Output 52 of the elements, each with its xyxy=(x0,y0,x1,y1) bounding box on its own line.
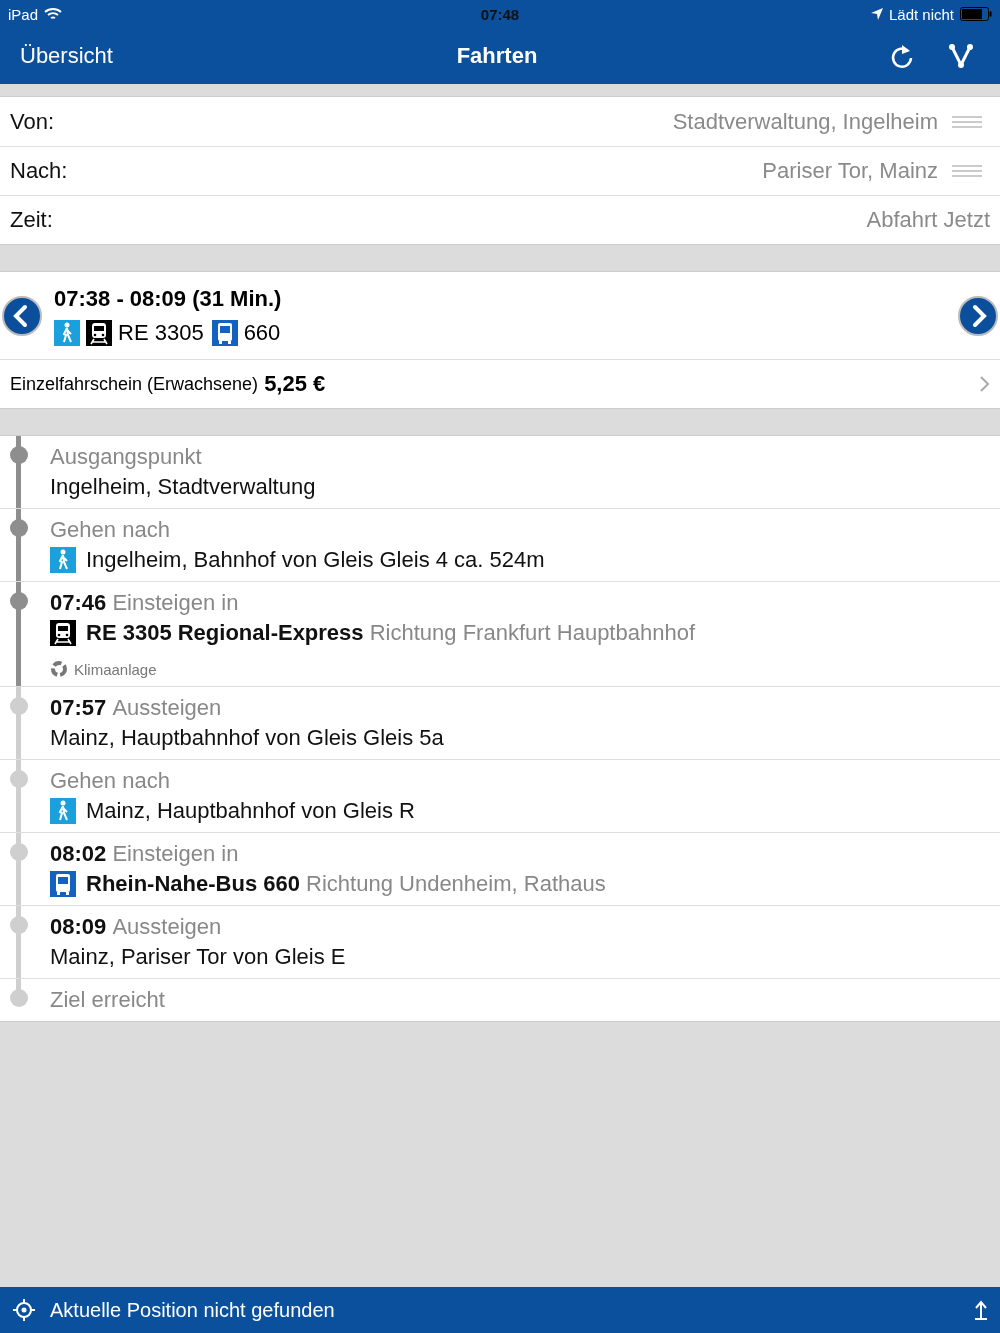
wifi-icon xyxy=(44,7,63,21)
clock: 07:48 xyxy=(480,5,520,23)
train-icon xyxy=(50,620,76,646)
step-detail: Ingelheim, Stadtverwaltung xyxy=(50,474,316,500)
field-label: Nach: xyxy=(10,158,69,184)
field-value[interactable]: Abfahrt Jetzt xyxy=(866,207,990,233)
bus-icon xyxy=(50,871,76,897)
field-label: Von: xyxy=(10,108,56,135)
step-detail: Mainz, Hauptbahnhof von Gleis Gleis 5a xyxy=(50,725,444,751)
fare-price: 5,25 € xyxy=(264,371,327,397)
reorder-handle-icon[interactable] xyxy=(952,165,982,177)
step-heading: Gehen nach xyxy=(50,768,171,794)
feature-label: Klimaanlage xyxy=(74,660,157,678)
step-heading: 08:09 Aussteigen xyxy=(50,914,223,940)
step-detail: RE 3305 Regional-Express Richtung Frankfurt Hauptbahnhof xyxy=(86,620,695,646)
field-label: Zeit: xyxy=(10,207,54,233)
position-status: Aktuelle Position nicht gefunden xyxy=(50,1298,336,1322)
step-detail: Rhein-Nahe-Bus 660 Richtung Undenheim, Rathaus xyxy=(86,871,606,897)
step-heading: 07:57 Aussteigen xyxy=(50,695,223,721)
field-value[interactable]: Stadtverwaltung, Ingelheim xyxy=(672,108,938,135)
upload-arrow-icon[interactable] xyxy=(974,1300,988,1320)
fare-label: Einzelfahrschein (Erwachsene) xyxy=(10,373,259,395)
charging-status: Lädt nicht xyxy=(888,5,954,23)
device-name: iPad xyxy=(8,5,39,23)
reorder-handle-icon[interactable] xyxy=(952,115,982,128)
previous-button[interactable] xyxy=(2,295,42,336)
step-detail: Mainz, Pariser Tor von Gleis E xyxy=(50,944,346,970)
step-detail: Ingelheim, Bahnhof von Gleis Gleis 4 ca. 524m xyxy=(86,547,545,573)
battery-icon xyxy=(960,7,992,21)
train-icon xyxy=(86,319,112,346)
line-number: 660 xyxy=(243,319,281,346)
trip-times: 07:38 - 08:09 (31 Min.) xyxy=(54,285,283,312)
bus-icon xyxy=(211,319,238,346)
pedestrian-icon xyxy=(50,547,76,573)
location-arrow-icon xyxy=(870,8,883,20)
back-link[interactable]: Übersicht xyxy=(20,43,457,69)
field-value[interactable]: Pariser Tor, Mainz xyxy=(762,158,938,184)
step-detail: Mainz, Hauptbahnhof von Gleis R xyxy=(86,798,415,824)
location-target-icon[interactable] xyxy=(12,1298,36,1322)
screen-title: Fahrten xyxy=(456,43,538,69)
step-heading: Gehen nach xyxy=(50,517,171,543)
fork-icon[interactable] xyxy=(948,43,974,69)
step-heading: Ausgangspunkt xyxy=(50,444,203,470)
next-button[interactable] xyxy=(958,295,998,336)
step-heading: 08:02 Einsteigen in xyxy=(50,841,240,867)
refresh-icon[interactable] xyxy=(890,43,914,69)
air-conditioning-icon xyxy=(50,660,68,678)
line-number: RE 3305 xyxy=(118,319,204,346)
pedestrian-icon xyxy=(54,319,80,346)
step-heading: 07:46 Einsteigen in xyxy=(50,590,240,616)
step-heading: Ziel erreicht xyxy=(50,987,166,1013)
pedestrian-icon xyxy=(50,798,76,824)
